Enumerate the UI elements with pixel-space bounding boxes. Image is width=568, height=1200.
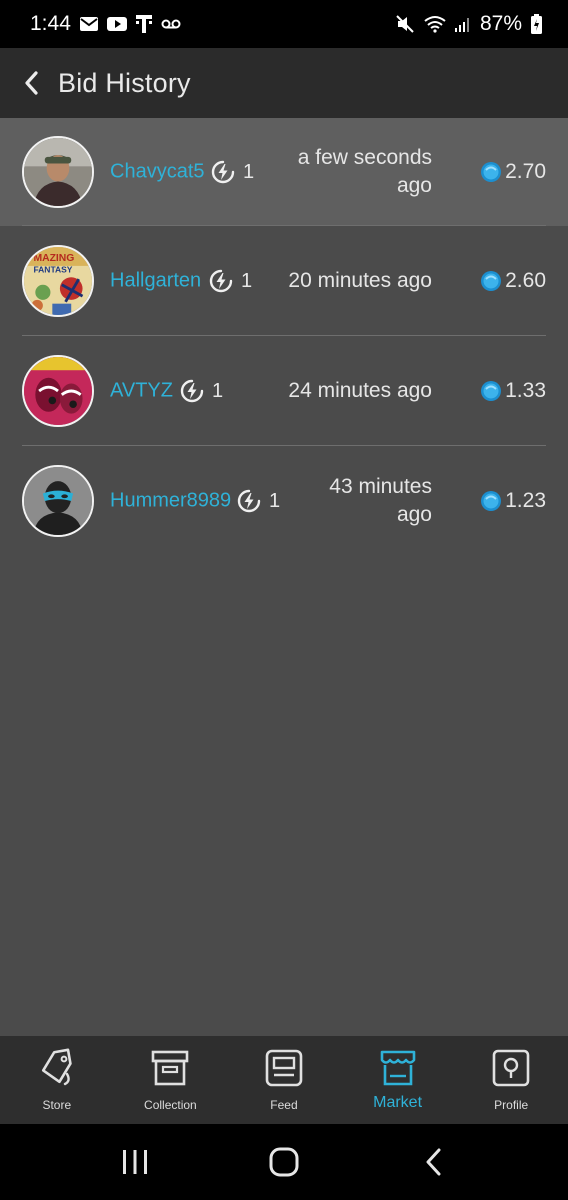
battery-charging-icon [531, 14, 542, 34]
svg-text:MAZING: MAZING [33, 253, 74, 264]
bid-time-line1: 24 minutes ago [288, 379, 432, 402]
bid-row[interactable]: MAZING FANTASY Hallgarten 1 20 minutes a… [0, 226, 568, 336]
bid-time: a few seconds ago [272, 144, 432, 200]
signal-icon [454, 16, 471, 32]
bid-amount: 2.60 [480, 269, 546, 293]
bid-amount: 1.33 [480, 379, 546, 403]
app-header: Bid History [0, 48, 568, 118]
battery-percent: 87% [479, 12, 522, 35]
bid-time: 24 minutes ago [262, 377, 432, 405]
bid-row[interactable]: Hummer8989 1 43 minutes ago 1.23 [0, 446, 568, 556]
nav-label: Feed [270, 1098, 298, 1112]
bid-time: 43 minutes ago [292, 473, 432, 529]
home-button[interactable] [244, 1124, 324, 1200]
status-right: 87% [395, 12, 542, 36]
nav-label: Profile [494, 1098, 529, 1112]
nav-market[interactable]: Market [341, 1036, 455, 1124]
bid-count: 1 [180, 379, 223, 403]
bid-count: 1 [209, 269, 252, 293]
chevron-left-icon [25, 71, 38, 95]
home-icon [269, 1147, 299, 1177]
bid-time-line1: a few seconds [297, 146, 432, 169]
bidder-username[interactable]: Chavycat5 [110, 161, 205, 184]
lightning-circle-icon [209, 269, 233, 293]
back-button[interactable] [2, 48, 60, 118]
nav-profile[interactable]: Profile [454, 1036, 568, 1124]
profile-pin-icon [492, 1049, 530, 1087]
avatar[interactable] [22, 355, 94, 427]
avatar[interactable] [22, 465, 94, 537]
archive-box-icon [152, 1050, 189, 1086]
recent-apps-icon [122, 1150, 147, 1174]
mute-icon [395, 14, 415, 34]
status-bar: 1:44 87% [0, 0, 568, 48]
bid-count-value: 1 [243, 160, 255, 183]
coin-icon [481, 271, 502, 291]
back-arrow-icon [426, 1148, 441, 1176]
bid-count-value: 1 [212, 379, 224, 402]
bid-amount-value: 2.60 [505, 269, 546, 292]
youtube-icon [106, 17, 127, 31]
svg-text:FANTASY: FANTASY [33, 265, 72, 275]
bid-time-line1: 20 minutes ago [288, 269, 432, 292]
bid-count: 1 [237, 489, 280, 513]
status-left: 1:44 [30, 12, 181, 36]
status-time: 1:44 [30, 12, 71, 35]
nav-collection[interactable]: Collection [114, 1036, 228, 1124]
nav-feed[interactable]: Feed [227, 1036, 341, 1124]
bid-count-value: 1 [241, 269, 253, 292]
coin-icon [481, 491, 502, 511]
bid-count: 1 [211, 160, 254, 184]
bottom-nav: Store Collection Feed Market Profile [0, 1036, 568, 1124]
feed-card-icon [265, 1049, 303, 1087]
carrier-t-icon [135, 15, 152, 33]
bid-amount-value: 1.33 [505, 379, 546, 402]
nav-label: Store [42, 1098, 72, 1112]
lightning-circle-icon [180, 379, 204, 403]
lightning-circle-icon [237, 489, 261, 513]
coin-icon [481, 162, 502, 182]
bid-amount-value: 1.23 [505, 489, 546, 512]
nav-store[interactable]: Store [0, 1036, 114, 1124]
bid-time: 20 minutes ago [262, 267, 432, 295]
page-title: Bid History [58, 67, 191, 98]
bidder-username[interactable]: Hummer8989 [110, 490, 231, 513]
bid-time-line2: ago [396, 503, 432, 526]
bid-time-line2: ago [396, 174, 432, 197]
nav-label: Collection [144, 1098, 197, 1112]
mail-icon [79, 17, 98, 31]
bidder-username[interactable]: AVTYZ [110, 380, 173, 403]
nav-label: Market [373, 1094, 423, 1111]
bid-row[interactable]: Chavycat5 1 a few seconds ago 2.70 [0, 118, 568, 226]
wifi-icon [424, 15, 446, 33]
tag-icon [41, 1048, 72, 1086]
bidder-username[interactable]: Hallgarten [110, 270, 201, 293]
bid-amount: 1.23 [480, 489, 546, 513]
bid-time-line1: 43 minutes [329, 475, 432, 498]
storefront-icon [380, 1050, 415, 1086]
bid-amount: 2.70 [480, 160, 546, 184]
recent-apps-button[interactable] [95, 1124, 175, 1200]
system-nav-bar [0, 1124, 568, 1200]
avatar[interactable] [22, 136, 94, 208]
voicemail-icon [161, 19, 181, 29]
avatar[interactable]: MAZING FANTASY [22, 245, 94, 317]
bid-history-list: Chavycat5 1 a few seconds ago 2.70 MAZIN… [0, 118, 568, 556]
lightning-circle-icon [211, 160, 235, 184]
bid-amount-value: 2.70 [505, 160, 546, 183]
coin-icon [481, 381, 502, 401]
bid-count-value: 1 [269, 489, 281, 512]
system-back-button[interactable] [393, 1124, 473, 1200]
bid-row[interactable]: AVTYZ 1 24 minutes ago 1.33 [0, 336, 568, 446]
